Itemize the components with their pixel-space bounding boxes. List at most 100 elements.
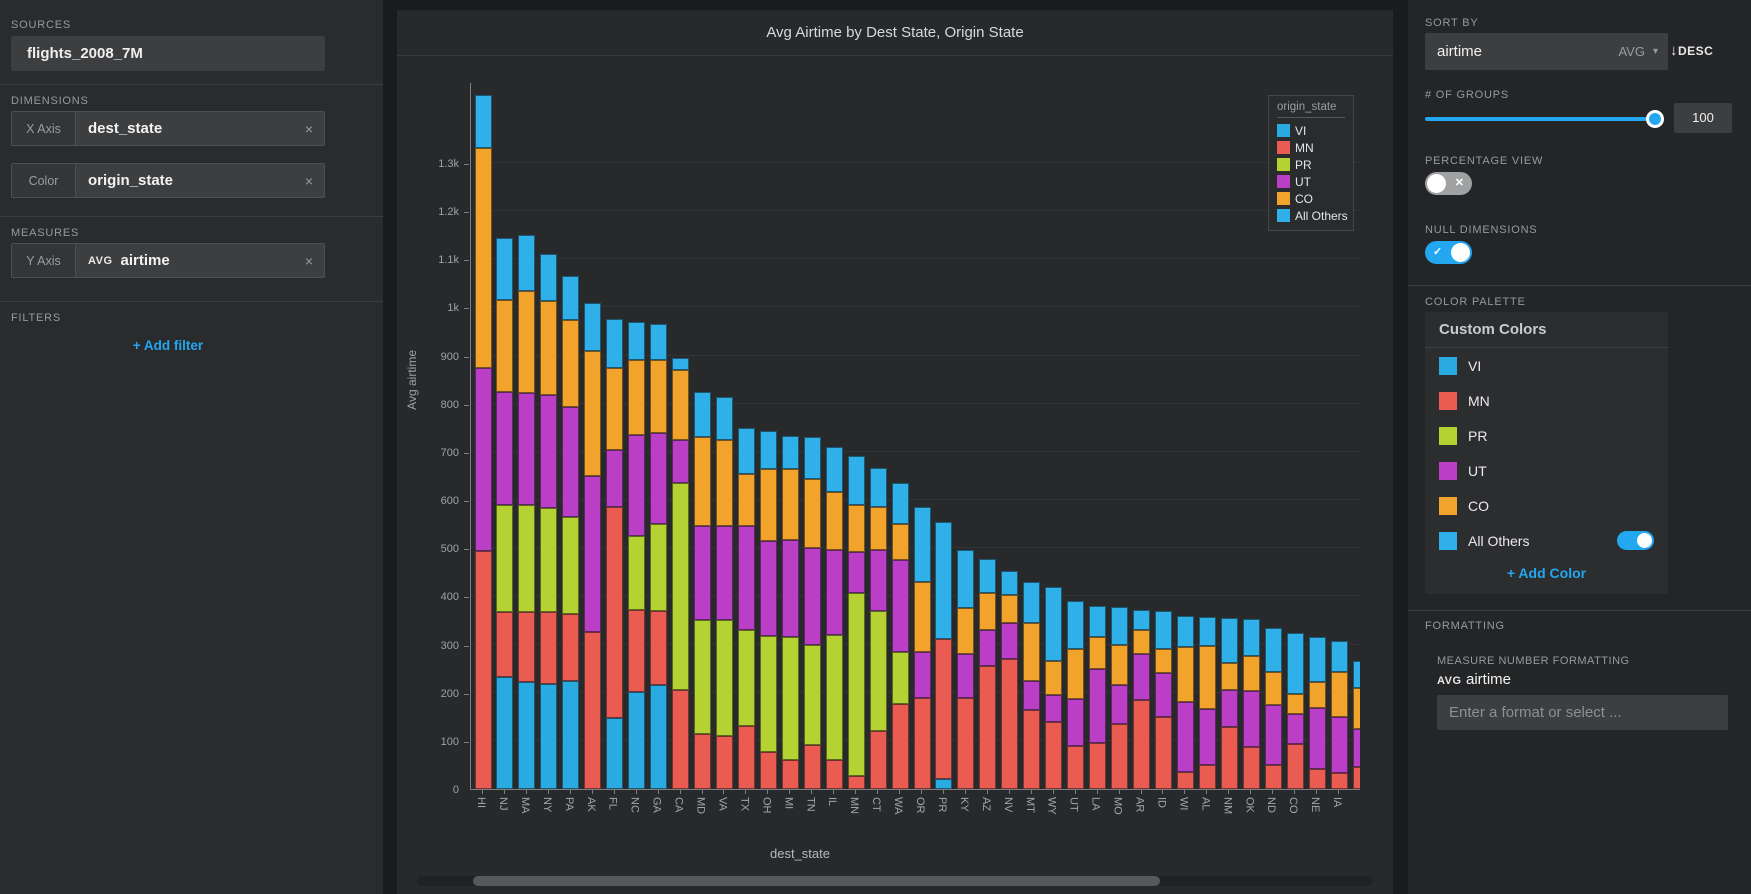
bar-MT[interactable]	[1023, 582, 1040, 789]
bar-segment-All Others[interactable]	[496, 238, 513, 301]
bar-segment-UT[interactable]	[584, 476, 601, 633]
bar-HI[interactable]	[475, 95, 492, 789]
bar-segment-CO[interactable]	[760, 469, 777, 540]
bar-segment-CO[interactable]	[650, 360, 667, 432]
bar-segment-All Others[interactable]	[1177, 616, 1194, 647]
bar-segment-CO[interactable]	[496, 300, 513, 392]
bar-segment-CO[interactable]	[540, 301, 557, 395]
bar-segment-MN[interactable]	[826, 760, 843, 789]
bar-segment-CO[interactable]	[782, 469, 799, 539]
bar-segment-All Others[interactable]	[1243, 619, 1260, 656]
bar-segment-PR[interactable]	[716, 620, 733, 736]
legend-item-PR[interactable]: PR	[1277, 156, 1345, 173]
bar-segment-CO[interactable]	[979, 593, 996, 631]
bar-segment-MN[interactable]	[1331, 773, 1348, 789]
bar-NV[interactable]	[1001, 571, 1018, 789]
bar-segment-UT[interactable]	[1111, 685, 1128, 724]
bar-segment-All Others[interactable]	[1045, 587, 1062, 662]
bar-segment-UT[interactable]	[1067, 699, 1084, 745]
bar-AK[interactable]	[584, 303, 601, 789]
bar-segment-CO[interactable]	[957, 608, 974, 654]
percentage-view-toggle[interactable]: ✕	[1425, 172, 1472, 195]
bar-segment-CO[interactable]	[475, 148, 492, 367]
bar-segment-All Others[interactable]	[562, 276, 579, 320]
bar-segment-CO[interactable]	[1265, 672, 1282, 706]
bar-segment-UT[interactable]	[562, 407, 579, 518]
bar-segment-MN[interactable]	[1353, 767, 1361, 789]
bar-FL[interactable]	[606, 319, 623, 789]
bar-CT[interactable]	[870, 468, 887, 789]
bar-segment-MN[interactable]	[716, 736, 733, 789]
bar-segment-All Others[interactable]	[1067, 601, 1084, 649]
bar-segment-MN[interactable]	[562, 614, 579, 681]
number-format-input[interactable]: Enter a format or select ...	[1437, 695, 1728, 730]
bar-segment-VI[interactable]	[562, 681, 579, 789]
bar-segment-PR[interactable]	[848, 593, 865, 776]
bar-MD[interactable]	[694, 392, 711, 789]
bar-VA[interactable]	[716, 397, 733, 789]
bar-segment-CO[interactable]	[606, 368, 623, 451]
bar-segment-All Others[interactable]	[1309, 637, 1326, 682]
bar-TX[interactable]	[738, 428, 755, 789]
bar-MO[interactable]	[1111, 607, 1128, 789]
bar-segment-UT[interactable]	[826, 550, 843, 635]
bar-segment-UT[interactable]	[628, 435, 645, 536]
bar-segment-CO[interactable]	[1067, 649, 1084, 699]
bar-segment-All Others[interactable]	[540, 254, 557, 301]
bar-segment-MN[interactable]	[1309, 769, 1326, 789]
bar-segment-PR[interactable]	[870, 611, 887, 731]
bar-segment-All Others[interactable]	[826, 447, 843, 492]
bar-segment-All Others[interactable]	[1353, 661, 1361, 688]
bar-segment-All Others[interactable]	[1001, 571, 1018, 595]
horizontal-scrollbar-thumb[interactable]	[473, 876, 1160, 886]
bar-WY[interactable]	[1045, 587, 1062, 789]
bar-segment-All Others[interactable]	[518, 235, 535, 290]
bar-segment-UT[interactable]	[496, 392, 513, 505]
bar-clipped[interactable]	[1353, 661, 1361, 789]
bar-segment-MN[interactable]	[584, 632, 601, 789]
add-color-button[interactable]: + Add Color	[1425, 558, 1668, 588]
bar-segment-All Others[interactable]	[738, 428, 755, 474]
bar-segment-All Others[interactable]	[716, 397, 733, 440]
bar-segment-All Others[interactable]	[870, 468, 887, 507]
bar-segment-MN[interactable]	[518, 612, 535, 682]
bar-segment-All Others[interactable]	[782, 436, 799, 470]
plot-area[interactable]: origin_state VIMNPRUTCOAll Others	[470, 83, 1360, 790]
bar-segment-All Others[interactable]	[1133, 610, 1150, 630]
bar-segment-PR[interactable]	[804, 645, 821, 745]
bar-segment-All Others[interactable]	[848, 456, 865, 505]
remove-color-dimension-icon[interactable]: ×	[294, 164, 324, 197]
bar-segment-CO[interactable]	[672, 370, 689, 440]
bar-segment-UT[interactable]	[518, 393, 535, 505]
bar-segment-UT[interactable]	[1265, 705, 1282, 765]
bar-segment-UT[interactable]	[1133, 654, 1150, 700]
bar-segment-MN[interactable]	[1199, 765, 1216, 789]
bar-segment-CO[interactable]	[1023, 623, 1040, 681]
bar-TN[interactable]	[804, 437, 821, 789]
bar-segment-UT[interactable]	[914, 652, 931, 698]
bar-AL[interactable]	[1199, 617, 1216, 789]
bar-segment-UT[interactable]	[870, 550, 887, 611]
bar-segment-CO[interactable]	[518, 291, 535, 394]
bar-IA[interactable]	[1331, 641, 1348, 789]
bar-AZ[interactable]	[979, 559, 996, 789]
bar-segment-MN[interactable]	[475, 551, 492, 789]
remove-measure-icon[interactable]: ×	[294, 244, 324, 277]
bar-segment-MN[interactable]	[1243, 747, 1260, 789]
bar-segment-UT[interactable]	[1045, 695, 1062, 721]
bar-segment-All Others[interactable]	[760, 431, 777, 470]
bar-OH[interactable]	[760, 431, 777, 789]
bar-GA[interactable]	[650, 324, 667, 789]
bar-segment-CO[interactable]	[826, 492, 843, 550]
bar-segment-UT[interactable]	[475, 368, 492, 551]
bar-segment-PR[interactable]	[892, 652, 909, 704]
bar-segment-CO[interactable]	[1331, 672, 1348, 716]
bar-segment-All Others[interactable]	[1023, 582, 1040, 623]
bar-segment-MN[interactable]	[1111, 724, 1128, 789]
bar-segment-UT[interactable]	[1023, 681, 1040, 710]
bar-segment-VI[interactable]	[540, 684, 557, 789]
bar-segment-CO[interactable]	[1353, 688, 1361, 729]
bar-MI[interactable]	[782, 436, 799, 789]
bar-segment-MN[interactable]	[628, 610, 645, 692]
bar-segment-VI[interactable]	[650, 685, 667, 789]
